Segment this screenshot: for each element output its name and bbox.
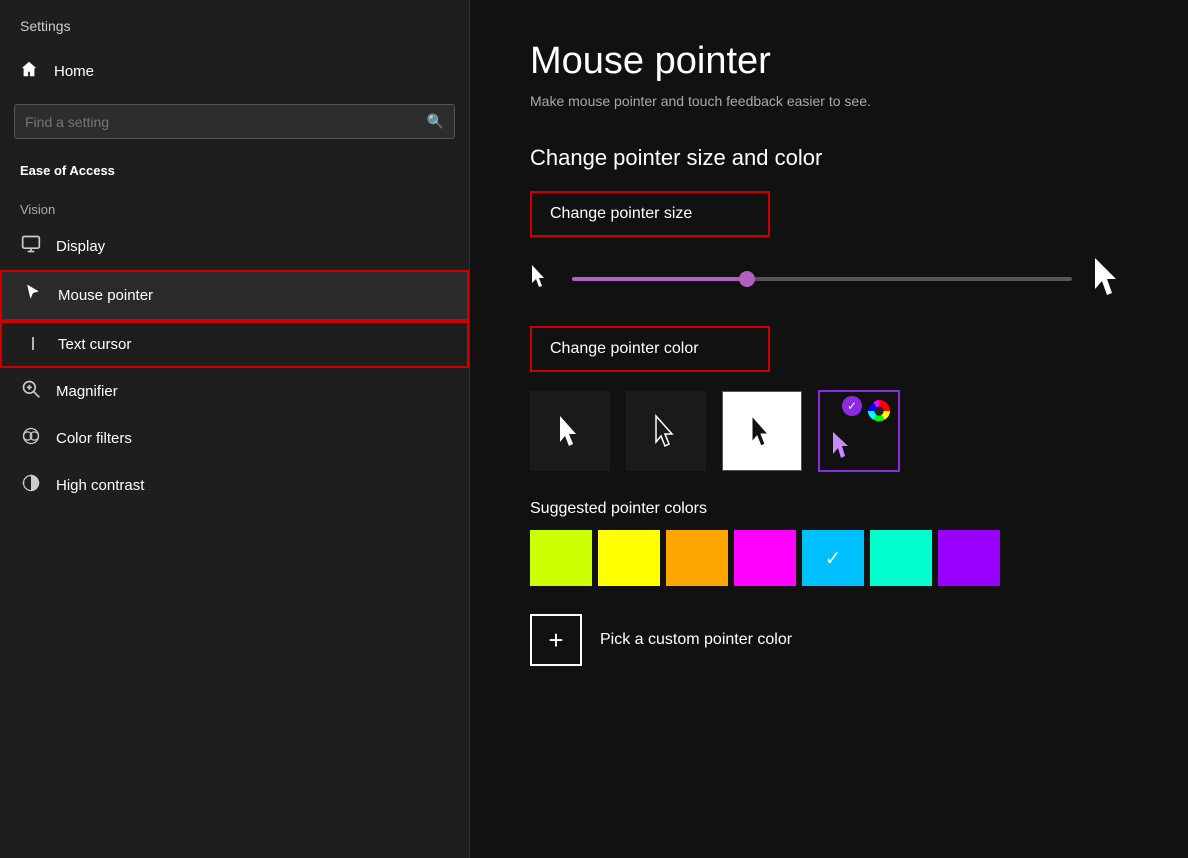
pick-custom-row: + Pick a custom pointer color [530,614,1128,666]
swatch-orange[interactable] [666,530,728,586]
search-icon: 🔍 [427,113,444,130]
swatch-selected-check: ✓ [825,546,842,571]
sidebar-item-display[interactable]: Display [0,223,469,270]
text-cursor-icon: I [22,334,44,355]
suggested-label: Suggested pointer colors [530,500,1128,518]
magnifier-icon [20,379,42,404]
slider-row [530,255,1128,302]
swatch-yellow[interactable] [598,530,660,586]
text-cursor-label: Text cursor [58,336,131,353]
home-icon [20,60,38,82]
sidebar-item-color-filters[interactable]: Color filters [0,415,469,462]
app-title: Settings [0,0,469,48]
color-option-outline[interactable] [626,391,706,471]
high-contrast-label: High contrast [56,477,144,494]
swatch-chartreuse[interactable] [530,530,592,586]
slider-thumb[interactable] [739,271,755,287]
pick-custom-label: Pick a custom pointer color [600,631,792,649]
swatch-skyblue[interactable]: ✓ [802,530,864,586]
vision-section-label: Vision [0,188,469,223]
display-icon [20,234,42,259]
color-filters-icon [20,426,42,451]
sidebar: Settings Home 🔍 Ease of Access Vision Di… [0,0,470,858]
plus-icon: + [548,625,563,656]
pointer-color-label: Change pointer color [550,340,699,357]
swatch-magenta[interactable] [734,530,796,586]
sidebar-item-text-cursor[interactable]: I Text cursor [0,321,469,368]
pointer-color-box: Change pointer color [530,326,770,372]
pick-custom-button[interactable]: + [530,614,582,666]
checkmark-badge: ✓ [842,396,862,416]
color-option-white-black[interactable] [722,391,802,471]
color-option-custom[interactable]: ✓ [818,390,900,472]
color-swatches-row: ✓ [530,530,1128,586]
swatch-purple[interactable] [938,530,1000,586]
ease-of-access-label: Ease of Access [0,155,469,188]
search-box[interactable]: 🔍 [14,104,455,139]
sidebar-item-magnifier[interactable]: Magnifier [0,368,469,415]
sidebar-item-high-contrast[interactable]: High contrast [0,462,469,509]
magnifier-label: Magnifier [56,383,118,400]
color-filters-label: Color filters [56,430,132,447]
mouse-pointer-icon [22,283,44,308]
search-input[interactable] [25,114,427,130]
sidebar-home[interactable]: Home [0,48,469,94]
color-option-dark[interactable] [530,391,610,471]
home-label: Home [54,63,94,80]
page-subtitle: Make mouse pointer and touch feedback ea… [530,93,1128,109]
slider-track[interactable] [572,277,1072,281]
mouse-pointer-label: Mouse pointer [58,287,153,304]
color-options-row: ✓ [530,390,1128,472]
main-content: Mouse pointer Make mouse pointer and tou… [470,0,1188,858]
slider-fill [572,277,747,281]
swatch-teal[interactable] [870,530,932,586]
pointer-size-label: Change pointer size [550,205,692,222]
display-label: Display [56,238,105,255]
cursor-large-icon [1092,255,1128,302]
section-heading: Change pointer size and color [530,145,1128,171]
cursor-small-icon [530,263,552,294]
page-title: Mouse pointer [530,40,1128,83]
high-contrast-icon [20,473,42,498]
pointer-size-box: Change pointer size [530,191,770,237]
sidebar-item-mouse-pointer[interactable]: Mouse pointer [0,270,469,321]
